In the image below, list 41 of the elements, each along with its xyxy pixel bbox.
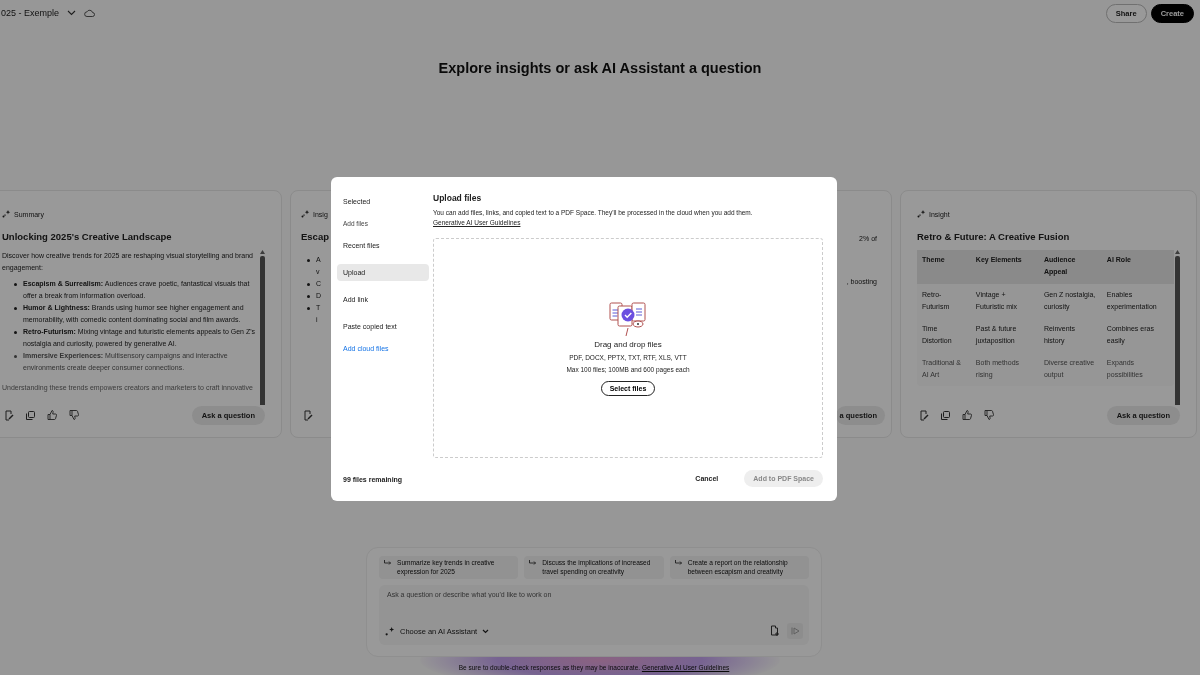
reply-arrow-icon	[384, 560, 392, 566]
chevron-down-icon	[482, 628, 490, 634]
thumbs-up-icon[interactable]	[47, 410, 57, 420]
scrollbar-thumb[interactable]	[259, 256, 265, 405]
sparkle-icon	[2, 210, 11, 218]
attach-file-icon[interactable]	[769, 625, 779, 637]
scroll-up-icon[interactable]	[1174, 250, 1180, 254]
cloud-icon[interactable]	[84, 9, 96, 17]
scrollbar-thumb[interactable]	[1174, 256, 1180, 405]
document-title: 025 - Exemple	[1, 8, 60, 18]
bullet-dot	[307, 306, 310, 310]
document-edit-icon[interactable]	[303, 409, 313, 421]
files-upload-drawing	[609, 300, 647, 338]
thumbs-up-icon[interactable]	[962, 410, 972, 420]
bullet-dot	[307, 258, 310, 262]
page-heading: Explore insights or ask AI Assistant a question	[437, 60, 763, 76]
copy-icon[interactable]	[26, 410, 35, 420]
bullet-dot	[307, 282, 310, 286]
reply-arrow-icon	[674, 560, 683, 566]
bullet-dot	[14, 330, 17, 334]
document-edit-icon[interactable]	[919, 409, 929, 421]
dialog-title: Upload files	[433, 193, 483, 203]
chevron-down-icon[interactable]	[67, 10, 77, 16]
document-edit-icon[interactable]	[4, 409, 14, 421]
sparkle-icon	[385, 626, 395, 636]
reply-arrow-icon	[529, 560, 538, 566]
bullet-dot	[14, 354, 17, 358]
bullet-dot	[307, 294, 310, 298]
scroll-up-icon[interactable]	[259, 250, 265, 254]
bullet-dot	[14, 306, 17, 310]
card-title: Escap	[301, 231, 330, 242]
bullet-dot	[14, 282, 17, 286]
sparkle-icon	[301, 210, 310, 218]
card-title: Retro & Future: A Creative Fusion	[917, 231, 1071, 242]
send-icon	[790, 627, 800, 635]
sparkle-icon	[917, 210, 926, 218]
drop-title: Drag and drop files	[594, 340, 662, 349]
copy-icon[interactable]	[941, 410, 950, 420]
thumbs-down-icon[interactable]	[984, 410, 994, 420]
card-title: Unlocking 2025's Creative Landscape	[2, 231, 173, 242]
thumbs-down-icon[interactable]	[69, 410, 79, 420]
